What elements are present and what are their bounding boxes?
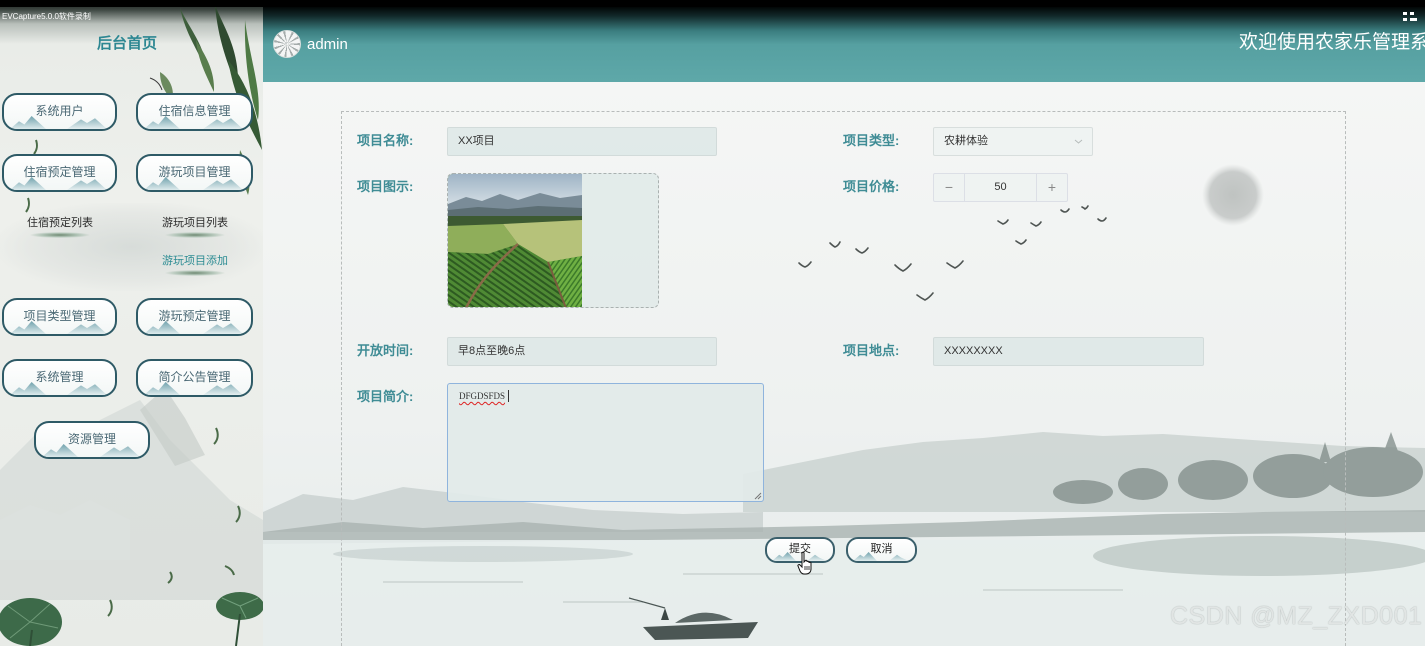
- sidebar-ink-mountains: [0, 388, 263, 600]
- chevron-down-icon: [1074, 139, 1083, 144]
- price-decrement-button[interactable]: −: [934, 174, 965, 201]
- sidebar-item-attraction-booking[interactable]: 游玩预定管理: [136, 298, 253, 336]
- project-name-label: 项目名称:: [357, 133, 414, 148]
- sidebar: 后台首页 系统用户 住宿信息管理 住宿预定管理 游玩项目管理 住宿预定列表 游玩…: [0, 0, 263, 646]
- project-location-label: 项目地点:: [843, 343, 900, 358]
- avatar[interactable]: [273, 30, 301, 58]
- price-increment-button[interactable]: +: [1036, 174, 1067, 201]
- sidebar-item-system-management[interactable]: 系统管理: [2, 359, 117, 397]
- sidebar-item-system-users[interactable]: 系统用户: [2, 93, 117, 131]
- sidebar-item-resources[interactable]: 资源管理: [34, 421, 150, 459]
- project-intro-text: DFGDSFDS: [459, 391, 506, 401]
- project-price-label: 项目价格:: [843, 179, 900, 194]
- project-location-input[interactable]: XXXXXXXX: [933, 337, 1204, 366]
- sidebar-subitem-attraction-add[interactable]: 游玩项目添加: [135, 254, 255, 276]
- project-intro-textarea[interactable]: DFGDSFDS: [447, 383, 764, 502]
- sidebar-lotus-leaves: [0, 592, 263, 646]
- header: admin 欢迎使用农家乐管理系统: [263, 7, 1425, 82]
- project-intro-label: 项目简介:: [357, 389, 414, 404]
- project-image-label: 项目图示:: [357, 179, 414, 194]
- sidebar-item-lodging-info[interactable]: 住宿信息管理: [136, 93, 253, 131]
- sidebar-subitem-attraction-list[interactable]: 游玩项目列表: [135, 216, 255, 238]
- sidebar-item-lodging-booking[interactable]: 住宿预定管理: [2, 154, 117, 192]
- sidebar-item-announcements[interactable]: 简介公告管理: [136, 359, 253, 397]
- sidebar-item-project-types[interactable]: 项目类型管理: [2, 298, 117, 336]
- project-type-value: 农耕体验: [944, 135, 988, 147]
- project-image-preview: [448, 174, 582, 307]
- resize-handle-icon[interactable]: [754, 492, 762, 500]
- project-type-label: 项目类型:: [843, 133, 900, 148]
- text-caret: [508, 390, 509, 402]
- sidebar-subitem-lodging-booking-list[interactable]: 住宿预定列表: [0, 216, 120, 238]
- open-time-input[interactable]: 早8点至晚6点: [447, 337, 717, 366]
- cancel-button[interactable]: 取消: [846, 537, 917, 563]
- hand-cursor-icon: [797, 551, 812, 575]
- image-upload-box[interactable]: [447, 173, 659, 308]
- recorder-label: EVCapture5.0.0软件录制: [2, 12, 91, 21]
- project-type-select[interactable]: 农耕体验: [933, 127, 1093, 156]
- recorder-top-strip: [0, 0, 1425, 7]
- grid-icon[interactable]: [1403, 12, 1417, 23]
- price-stepper: − 50 +: [933, 173, 1068, 202]
- csdn-watermark: CSDN @MZ_ZXD001: [1170, 602, 1423, 630]
- project-name-input[interactable]: XX项目: [447, 127, 717, 156]
- welcome-text: 欢迎使用农家乐管理系统: [1239, 32, 1425, 53]
- price-input[interactable]: 50: [965, 174, 1036, 201]
- open-time-label: 开放时间:: [357, 343, 414, 358]
- sidebar-item-attraction-projects[interactable]: 游玩项目管理: [136, 154, 253, 192]
- sidebar-title[interactable]: 后台首页: [67, 35, 187, 53]
- username[interactable]: admin: [307, 36, 348, 53]
